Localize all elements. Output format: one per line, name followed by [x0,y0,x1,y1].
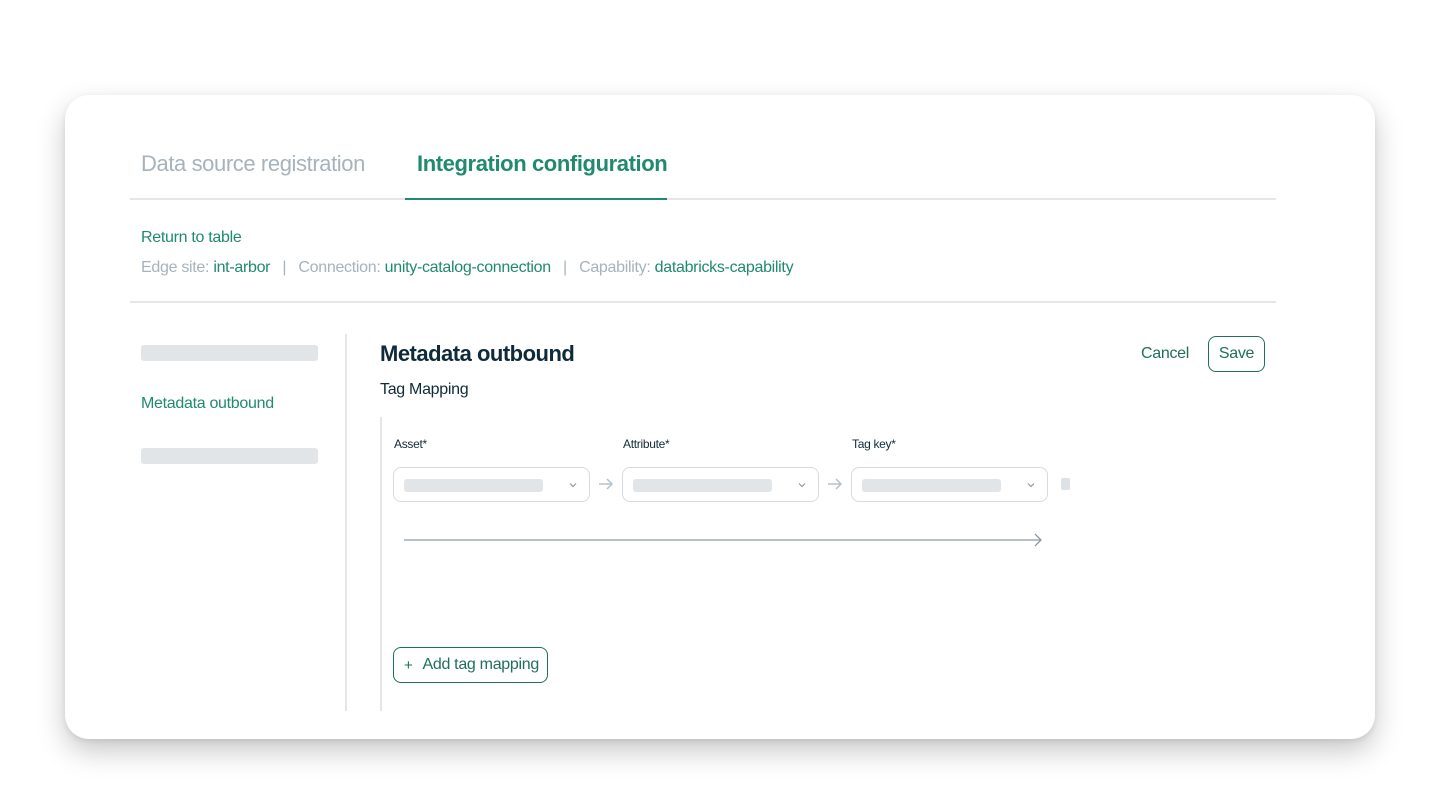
chevron-down-icon [1027,483,1035,488]
section-title: Metadata outbound [380,341,575,366]
attribute-label: Attribute* [623,437,670,451]
sidebar-item-placeholder [141,345,318,361]
header-divider [130,301,1276,303]
active-tab-indicator [405,198,667,200]
sidebar-item-placeholder [141,448,318,464]
add-tag-mapping-label: Add tag mapping [422,656,539,673]
cancel-button[interactable]: Cancel [1127,336,1203,372]
remove-mapping-placeholder[interactable] [1061,478,1070,490]
chevron-down-icon [569,483,577,488]
add-tag-mapping-button[interactable]: + Add tag mapping [393,647,548,683]
sidebar-divider [345,334,347,711]
capability-value[interactable]: databricks-capability [655,259,794,276]
asset-select[interactable] [393,467,590,502]
capability-label: Capability: [579,259,651,276]
mapping-panel-border [380,417,382,711]
return-to-table-link[interactable]: Return to table [141,229,242,247]
meta-separator: | [563,259,567,276]
save-button[interactable]: Save [1208,336,1265,372]
tab-bar: Data source registration Integration con… [130,95,1276,200]
tag-key-label: Tag key* [852,437,896,451]
connection-label: Connection: [298,259,381,276]
sidebar-item-metadata-outbound[interactable]: Metadata outbound [141,395,274,413]
meta-separator: | [282,259,287,276]
asset-label: Asset* [394,437,427,451]
plus-icon: + [404,656,413,674]
integration-card: Data source registration Integration con… [65,95,1375,739]
chevron-down-icon [798,483,806,488]
tab-integration-configuration[interactable]: Integration configuration [417,151,668,177]
mapping-flow-arrow-icon [404,533,1042,547]
tab-data-source-registration[interactable]: Data source registration [141,151,365,177]
connection-meta: Edge site: int-arbor | Connection: unity… [141,259,794,277]
arrow-right-icon [599,478,614,490]
select-placeholder [862,479,1001,492]
arrow-right-icon [828,478,843,490]
section-subtitle: Tag Mapping [380,381,469,398]
select-placeholder [404,479,543,492]
tag-key-select[interactable] [851,467,1048,502]
connection-value[interactable]: unity-catalog-connection [385,259,552,276]
select-placeholder [633,479,772,492]
edge-site-value[interactable]: int-arbor [213,259,270,276]
edge-site-label: Edge site: [141,259,210,276]
attribute-select[interactable] [622,467,819,502]
